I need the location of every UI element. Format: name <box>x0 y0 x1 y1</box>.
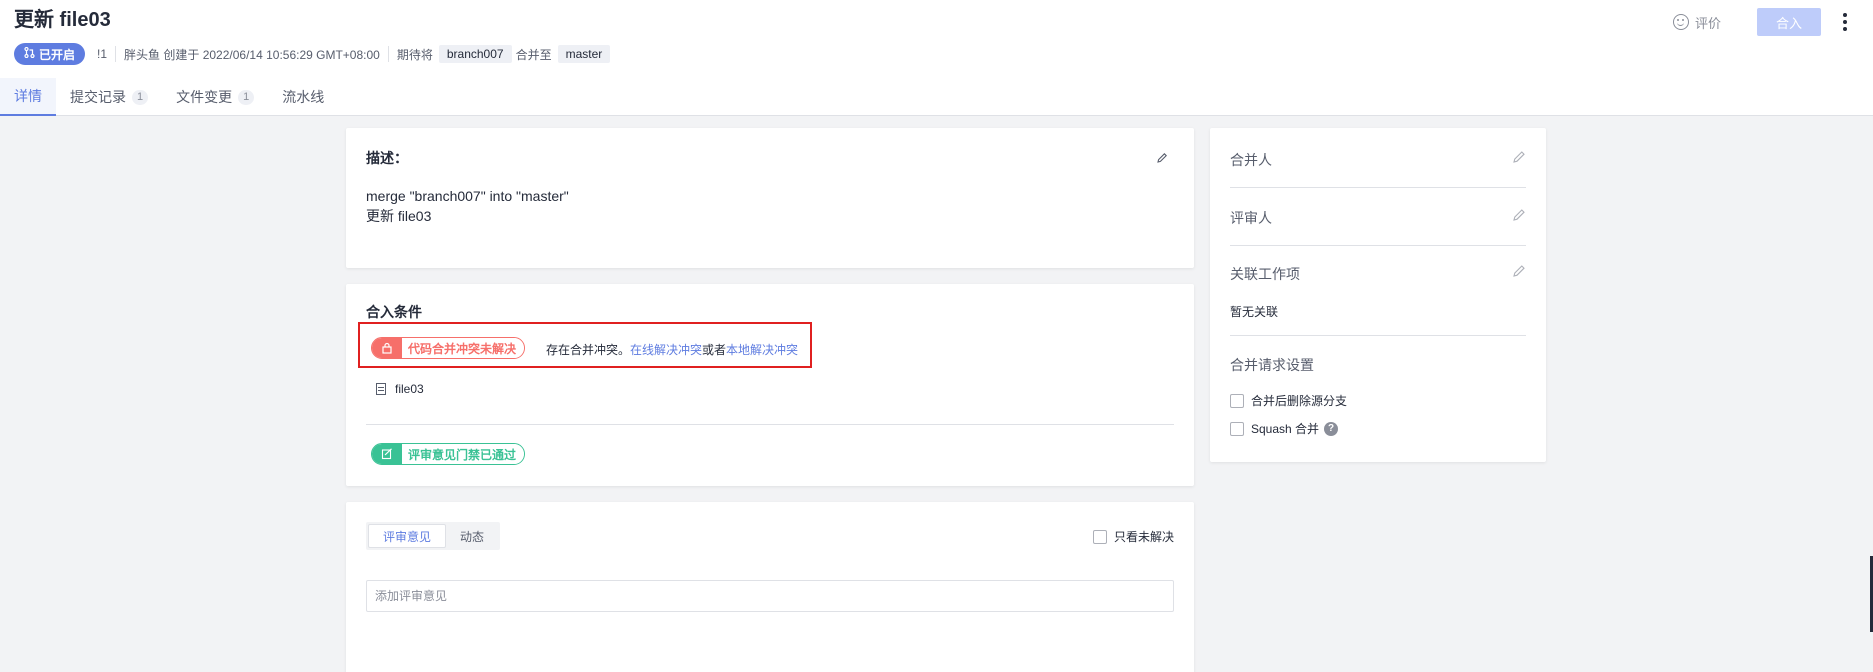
conditions-label: 合入条件 <box>366 304 422 320</box>
tab-pipeline[interactable]: 流水线 <box>268 78 338 116</box>
review-gate-badge: 评审意见门禁已通过 <box>371 443 526 465</box>
status-badge: 已开启 <box>14 43 86 65</box>
tab-review-comments[interactable]: 评审意见 <box>368 524 447 548</box>
tab-activity[interactable]: 动态 <box>446 524 498 548</box>
squash-label: Squash 合并 <box>1251 422 1320 436</box>
review-tabs: 评审意见 动态 <box>366 522 501 550</box>
description-line: merge "branch007" into "master" <box>366 188 569 204</box>
header-actions: 评价 合入 <box>1672 8 1847 36</box>
divider <box>1230 245 1526 246</box>
delete-source-label: 合并后删除源分支 <box>1251 394 1348 408</box>
check-edit-icon <box>372 444 402 464</box>
meta-divider <box>115 46 117 62</box>
settings-section: 合并请求设置 <box>1230 355 1526 375</box>
mr-meta: 已开启 !1 胖头鱼 创建于 2022/06/14 10:56:29 GMT+0… <box>14 43 614 65</box>
mr-header: 更新 file03 已开启 !1 胖头鱼 创建于 2022/06/14 10:5… <box>0 0 1873 116</box>
tab-label: 提交记录 <box>70 89 126 105</box>
review-gate-label: 评审意见门禁已通过 <box>402 444 525 464</box>
description-label: 描述： <box>366 150 408 166</box>
tab-label: 详情 <box>14 88 42 104</box>
reviewer-label: 评审人 <box>1230 210 1272 226</box>
mr-number: !1 <box>97 47 108 61</box>
mr-tabs: 详情 提交记录 1 文件变更 1 流水线 <box>0 78 338 116</box>
review-card: 评审意见 动态 只看未解决 <box>346 502 1194 672</box>
lock-icon <box>372 338 402 358</box>
status-badge-label: 已开启 <box>39 47 76 62</box>
reviewer-section: 评审人 <box>1230 208 1526 228</box>
squash-option[interactable]: Squash 合并 ? <box>1230 420 1339 437</box>
tab-label: 文件变更 <box>176 89 233 105</box>
divider <box>366 424 1174 425</box>
tab-label: 流水线 <box>282 89 325 105</box>
target-branch-tag[interactable]: master <box>557 45 611 63</box>
squash-checkbox[interactable] <box>1230 421 1244 436</box>
merge-conditions-card: 合入条件 代码合并冲突未解决 存在合并冲突。在线解决冲突或者本地解决冲突 fil… <box>346 284 1194 486</box>
help-icon[interactable]: ? <box>1324 421 1339 436</box>
expect-label: 期待将 <box>396 47 433 62</box>
merger-label: 合并人 <box>1230 152 1272 168</box>
merge-button[interactable]: 合入 <box>1757 8 1821 36</box>
add-review-input[interactable] <box>366 580 1174 612</box>
work-item-label: 关联工作项 <box>1230 266 1300 282</box>
source-branch-tag[interactable]: branch007 <box>438 45 512 63</box>
page-title: 更新 file03 <box>14 9 111 31</box>
divider <box>1230 187 1526 188</box>
file-name: file03 <box>395 382 424 396</box>
work-item-value: 暂无关联 <box>1230 305 1279 319</box>
meta-divider <box>387 46 389 62</box>
tab-commits[interactable]: 提交记录 1 <box>56 78 162 116</box>
description-body: merge "branch007" into "master" 更新 file0… <box>366 186 569 226</box>
or-text: 或者 <box>702 343 727 357</box>
edit-work-item-icon[interactable] <box>1512 264 1526 281</box>
conflict-message: 存在合并冲突。在线解决冲突或者本地解决冲突 <box>546 341 798 358</box>
conflict-status-label: 代码合并冲突未解决 <box>402 338 525 358</box>
unresolved-only-label: 只看未解决 <box>1113 530 1174 544</box>
work-item-section: 关联工作项 <box>1230 264 1526 284</box>
delete-source-option[interactable]: 合并后删除源分支 <box>1230 392 1347 409</box>
merge-request-icon <box>24 46 35 61</box>
mr-sidebar: 合并人 评审人 关联工作项 暂无关联 合并请求设置 合并后删除源分支 Squas… <box>1210 128 1546 462</box>
author-created: 胖头鱼 创建于 2022/06/14 10:56:29 GMT+08:00 <box>124 47 380 62</box>
settings-label: 合并请求设置 <box>1230 357 1314 373</box>
description-line: 更新 file03 <box>366 208 432 224</box>
more-options-icon[interactable] <box>1843 13 1847 31</box>
conflict-status-badge: 代码合并冲突未解决 <box>371 337 526 359</box>
tab-file-changes[interactable]: 文件变更 1 <box>162 78 268 116</box>
divider <box>1230 335 1526 336</box>
merger-section: 合并人 <box>1230 150 1526 170</box>
delete-source-checkbox[interactable] <box>1230 393 1244 408</box>
edit-merger-icon[interactable] <box>1512 150 1526 167</box>
rate-label: 评价 <box>1694 15 1721 31</box>
edit-description-icon[interactable] <box>1156 152 1168 167</box>
unresolved-only-filter[interactable]: 只看未解决 <box>1092 528 1174 545</box>
tab-count: 1 <box>132 89 149 105</box>
unresolved-only-checkbox[interactable] <box>1092 529 1107 544</box>
conflict-file-item[interactable]: file03 <box>376 382 424 396</box>
edit-reviewer-icon[interactable] <box>1512 208 1526 225</box>
conflict-prefix: 存在合并冲突。 <box>546 343 631 357</box>
tab-count: 1 <box>238 89 255 105</box>
merge-into-label: 合并至 <box>515 47 552 62</box>
smile-icon <box>1672 14 1689 30</box>
description-card: 描述： merge "branch007" into "master" 更新 f… <box>346 128 1194 268</box>
resolve-local-link[interactable]: 本地解决冲突 <box>726 343 798 357</box>
resolve-online-link[interactable]: 在线解决冲突 <box>630 343 702 357</box>
file-icon <box>376 383 386 395</box>
rate-button[interactable]: 评价 <box>1672 13 1721 32</box>
tab-details[interactable]: 详情 <box>0 78 56 116</box>
